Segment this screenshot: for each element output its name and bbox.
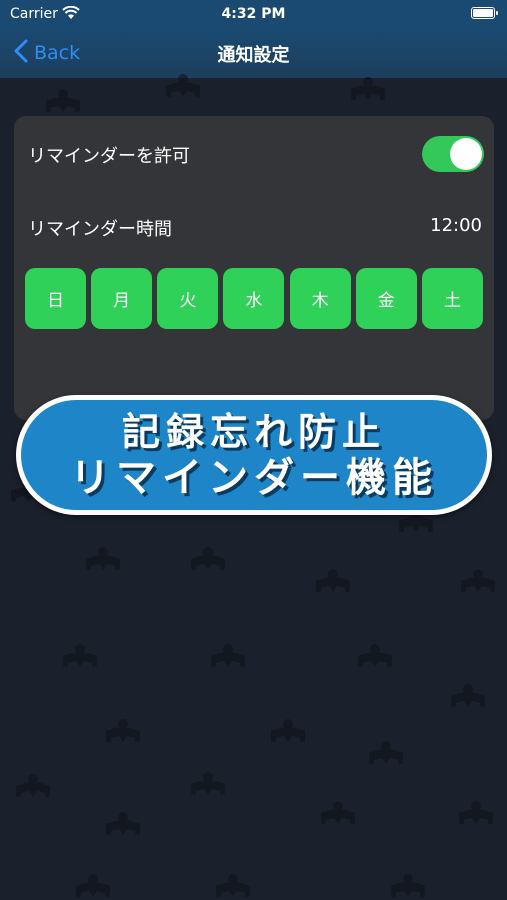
navigation-bar: Back 通知設定 bbox=[0, 28, 507, 78]
battery-icon bbox=[471, 7, 498, 19]
day-button-tue[interactable]: 火 bbox=[157, 268, 219, 329]
robot-pattern-icon bbox=[191, 547, 225, 570]
status-bar: Carrier 4:32 PM bbox=[0, 0, 507, 28]
day-button-mon[interactable]: 月 bbox=[91, 268, 153, 329]
robot-pattern-icon bbox=[191, 772, 225, 795]
reminder-settings-card: リマインダーを許可 リマインダー時間 12:00 日 月 火 水 木 金 土 bbox=[14, 116, 494, 420]
robot-pattern-icon bbox=[76, 874, 110, 897]
banner-line-1: 記録忘れ防止 bbox=[121, 410, 386, 454]
reminder-time-value[interactable]: 12:00 bbox=[430, 215, 482, 236]
robot-pattern-icon bbox=[391, 874, 425, 897]
robot-pattern-icon bbox=[459, 801, 493, 824]
robot-pattern-icon bbox=[211, 644, 245, 667]
robot-pattern-icon bbox=[351, 77, 385, 100]
robot-pattern-icon bbox=[271, 719, 305, 742]
weekday-selector: 日 月 火 水 木 金 土 bbox=[25, 268, 483, 329]
day-button-thu[interactable]: 木 bbox=[289, 268, 351, 329]
page-title: 通知設定 bbox=[217, 45, 290, 66]
robot-pattern-icon bbox=[63, 644, 97, 667]
day-button-wed[interactable]: 水 bbox=[223, 268, 285, 329]
robot-pattern-icon bbox=[16, 774, 50, 797]
robot-pattern-icon bbox=[216, 874, 250, 897]
allow-reminder-label: リマインダーを許可 bbox=[28, 146, 190, 167]
day-button-sat[interactable]: 土 bbox=[421, 268, 483, 329]
robot-pattern-icon bbox=[166, 74, 200, 97]
robot-pattern-icon bbox=[321, 801, 355, 824]
day-button-sun[interactable]: 日 bbox=[25, 268, 86, 329]
robot-pattern-icon bbox=[316, 569, 350, 592]
reminder-time-label: リマインダー時間 bbox=[28, 219, 172, 240]
allow-reminder-toggle[interactable] bbox=[422, 136, 484, 172]
robot-pattern-icon bbox=[86, 547, 120, 570]
promo-banner: 記録忘れ防止 リマインダー機能 bbox=[16, 395, 492, 515]
robot-pattern-icon bbox=[46, 89, 80, 112]
robot-pattern-icon bbox=[358, 644, 392, 667]
toggle-knob bbox=[450, 138, 482, 170]
robot-pattern-icon bbox=[461, 569, 495, 592]
day-button-fri[interactable]: 金 bbox=[355, 268, 417, 329]
clock: 4:32 PM bbox=[221, 6, 286, 22]
robot-pattern-icon bbox=[451, 684, 485, 707]
banner-line-2: リマインダー機能 bbox=[70, 455, 438, 501]
robot-pattern-icon bbox=[106, 719, 140, 742]
robot-pattern-icon bbox=[106, 812, 140, 835]
robot-pattern-icon bbox=[369, 741, 403, 764]
